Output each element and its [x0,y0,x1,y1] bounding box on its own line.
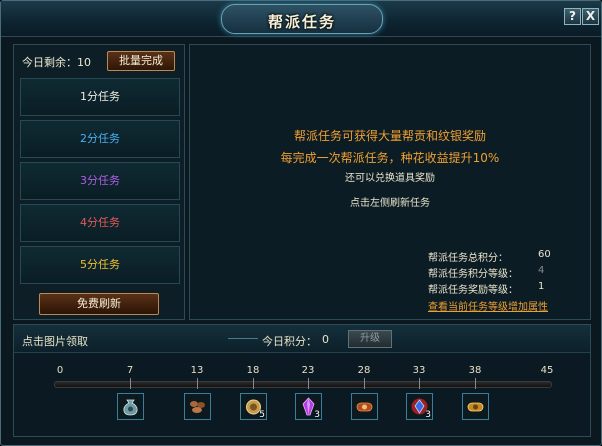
batch-complete-button[interactable]: 批量完成 [107,51,175,71]
tick-mark [130,378,131,389]
tick-label: 13 [190,365,204,376]
task-label: 4分任务 [80,216,120,229]
tick-label: 45 [540,365,554,376]
title-plate: 帮派任务 [221,4,383,34]
stat-total-points: 帮派任务总积分： 60 [428,249,551,264]
reward-slot[interactable] [351,393,378,420]
info-line-3: 还可以兑换道具奖励 [345,173,435,184]
remaining-label: 今日剩余： [22,56,77,69]
upgrade-button[interactable]: 升级 [348,330,392,348]
points-reward-section: 点击图片领取 今日积分： 0 升级 0 7 13 18 23 28 33 38 … [13,324,591,437]
info-line-2: 每完成一次帮派任务，种花收益提升10% [280,151,500,165]
tick-mark [253,378,254,389]
remaining-row: 今日剩余：10 [22,54,91,70]
reward-slot[interactable] [117,393,144,420]
reward-slot[interactable]: 3 [295,393,322,420]
reward-slot[interactable]: 3 [406,393,433,420]
stat-label: 帮派任务奖励等级： [428,285,518,296]
title-bar[interactable]: 帮派任务 ? X [1,1,601,37]
task-3-button[interactable]: 3分任务 [20,162,180,200]
tick-label: 28 [357,365,371,376]
tick-label: 23 [301,365,315,376]
tick-label: 7 [126,365,134,376]
money-bag-icon [123,399,138,416]
stat-points-level: 帮派任务积分等级： 4 [428,265,544,280]
help-button[interactable]: ? [564,8,581,25]
tick-label: 33 [412,365,426,376]
task-5-button[interactable]: 5分任务 [20,246,180,284]
remaining-value: 10 [77,56,91,69]
tick-mark [197,378,198,389]
task-label: 2分任务 [80,132,120,145]
guild-task-window: 帮派任务 ? X 今日剩余：10 批量完成 1分任务 2分任务 3分任务 4分任… [0,0,602,446]
task-4-button[interactable]: 4分任务 [20,204,180,242]
divider-ornament [228,338,258,339]
seeds-icon [190,401,205,413]
stat-value: 60 [538,249,551,260]
info-line-1: 帮派任务可获得大量帮贡和纹银奖励 [293,129,486,143]
reward-slot[interactable]: 5 [240,393,267,420]
refresh-hint: 点击左侧刷新任务 [350,198,430,209]
reward-count: 3 [425,410,431,420]
reward-count: 3 [314,410,320,420]
task-2-button[interactable]: 2分任务 [20,120,180,158]
close-button[interactable]: X [582,8,599,25]
reward-count: 5 [259,410,265,420]
points-progress-track [54,381,552,388]
task-label: 1分任务 [80,90,120,103]
tick-label: 18 [246,365,260,376]
stat-label: 帮派任务积分等级： [428,269,518,280]
task-list-panel: 今日剩余：10 批量完成 1分任务 2分任务 3分任务 4分任务 5分任务 免费… [13,44,185,320]
gold-scroll-icon [467,402,484,412]
free-refresh-button[interactable]: 免费刷新 [39,293,159,315]
today-points-label: 今日积分： [262,335,317,348]
tick-label: 38 [468,365,482,376]
task-label: 5分任务 [80,258,120,271]
tick-mark [475,378,476,389]
stat-value: 4 [538,265,545,276]
reward-slot[interactable] [462,393,489,420]
view-level-attributes-link[interactable]: 查看当前任务等级增加属性 [428,298,548,313]
tick-mark [419,378,420,389]
stat-label: 帮派任务总积分： [428,253,508,264]
window-title: 帮派任务 [267,13,336,31]
click-tip: 点击图片领取 [22,335,88,348]
today-points-value: 0 [322,333,329,346]
stat-value: 1 [538,281,545,292]
tick-mark [364,378,365,389]
fire-scroll-icon [356,402,373,412]
tick-mark [308,378,309,389]
task-info-panel: 帮派任务可获得大量帮贡和纹银奖励 每完成一次帮派任务，种花收益提升10% 还可以… [189,44,591,320]
tick-label: 0 [56,365,64,376]
task-label: 3分任务 [80,174,120,187]
reward-slot[interactable] [184,393,211,420]
task-1-button[interactable]: 1分任务 [20,78,180,116]
stat-reward-level: 帮派任务奖励等级： 1 [428,281,544,296]
points-header: 点击图片领取 今日积分： 0 升级 [14,325,590,353]
